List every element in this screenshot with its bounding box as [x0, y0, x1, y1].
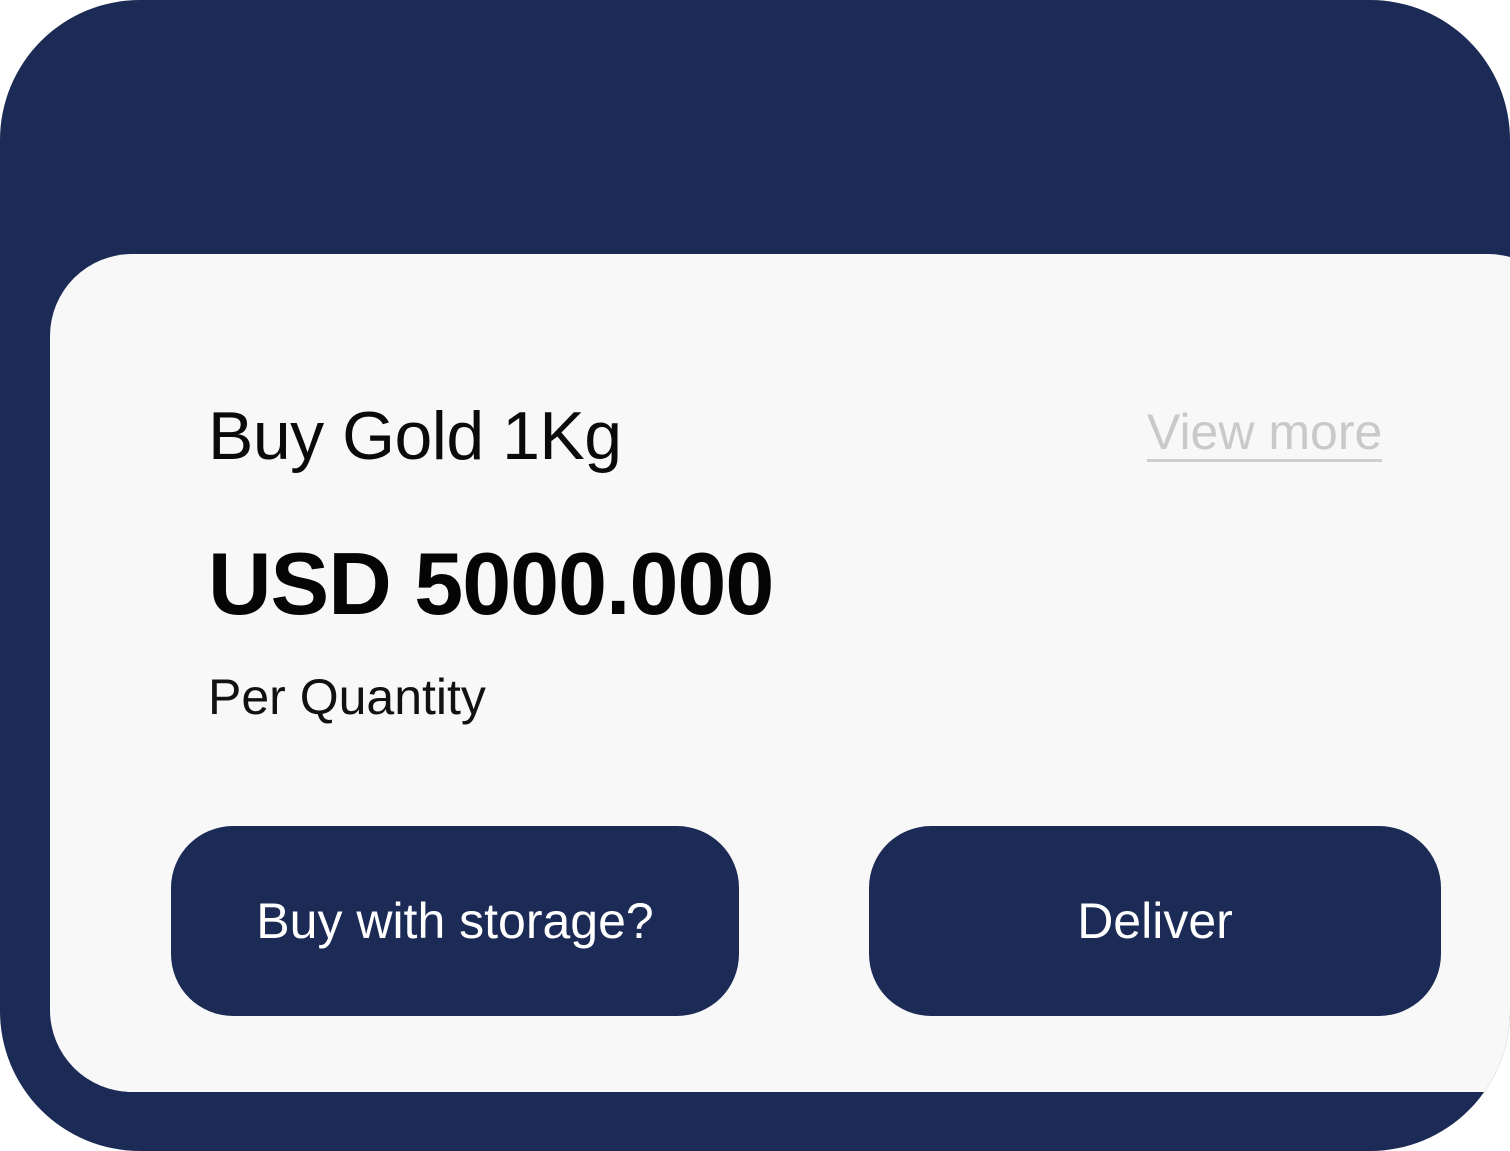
- view-more-link[interactable]: View more: [1147, 406, 1383, 462]
- app-frame: Buy Gold 1Kg View more USD 5000.000 Per …: [0, 0, 1510, 1151]
- deliver-button[interactable]: Deliver: [869, 826, 1441, 1016]
- product-card: Buy Gold 1Kg View more USD 5000.000 Per …: [50, 254, 1510, 1092]
- product-title: Buy Gold 1Kg: [208, 398, 622, 474]
- price-unit-label: Per Quantity: [208, 669, 486, 725]
- deliver-label: Deliver: [1077, 893, 1233, 949]
- product-price: USD 5000.000: [208, 534, 774, 633]
- buy-with-storage-label: Buy with storage?: [256, 893, 654, 949]
- buy-with-storage-button[interactable]: Buy with storage?: [171, 826, 739, 1016]
